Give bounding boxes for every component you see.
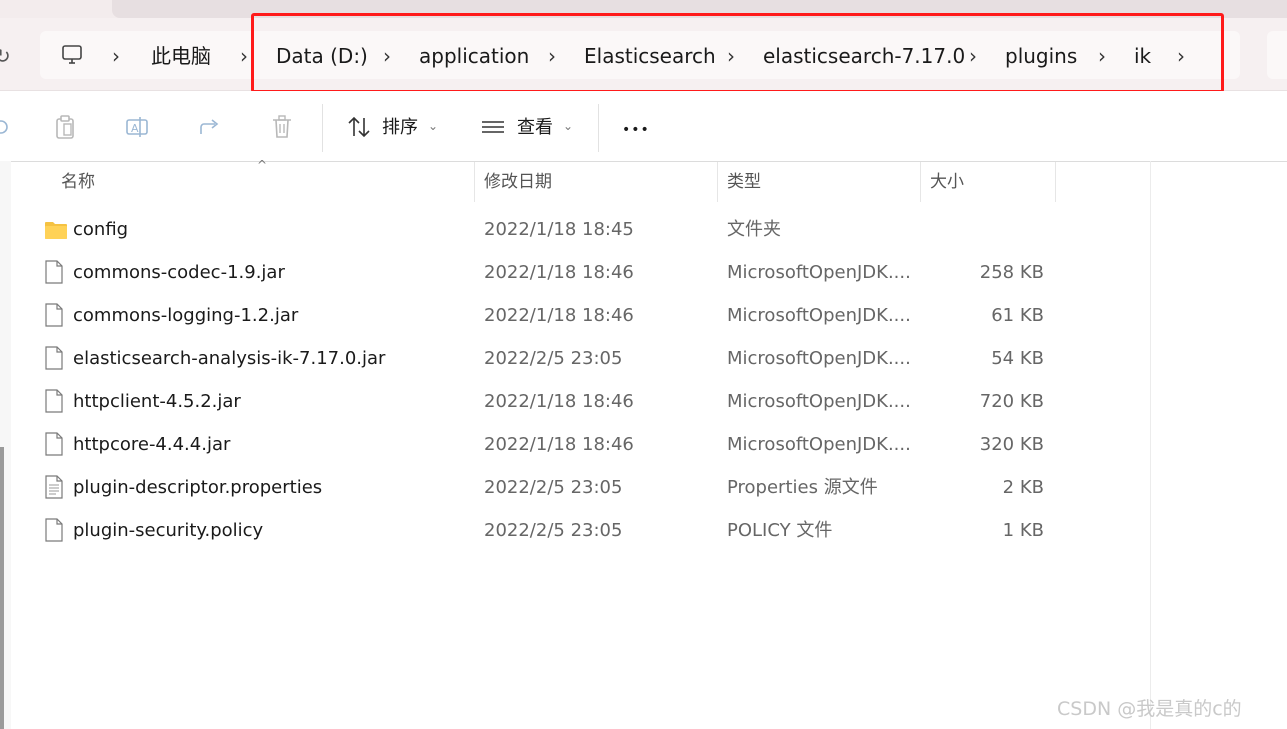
file-size: 61 KB bbox=[991, 305, 1044, 326]
file-name: elasticsearch-analysis-ik-7.17.0.jar bbox=[73, 348, 386, 369]
file-row[interactable]: commons-codec-1.9.jar 2022/1/18 18:46 Micr… bbox=[30, 252, 1140, 295]
file-size: 258 KB bbox=[979, 262, 1044, 283]
file-icon bbox=[44, 260, 64, 288]
view-icon[interactable] bbox=[480, 114, 506, 140]
rename-icon[interactable]: A bbox=[124, 114, 150, 140]
watermark: CSDN @我是真的c的 bbox=[1057, 698, 1242, 720]
file-name: plugin-security.policy bbox=[73, 520, 264, 541]
file-size: 1 KB bbox=[1002, 520, 1044, 541]
share-icon[interactable] bbox=[197, 114, 223, 140]
column-divider[interactable] bbox=[1055, 162, 1056, 202]
sort-icon[interactable] bbox=[346, 114, 372, 140]
file-modified: 2022/2/5 23:05 bbox=[484, 477, 623, 498]
file-size: 720 KB bbox=[979, 391, 1044, 412]
file-icon bbox=[44, 432, 64, 460]
paste-icon[interactable] bbox=[52, 114, 78, 140]
file-type: POLICY 文件 bbox=[727, 520, 833, 541]
file-modified: 2022/1/18 18:46 bbox=[484, 305, 634, 326]
file-row[interactable]: httpcore-4.4.4.jar 2022/1/18 18:46 Microso… bbox=[30, 424, 1140, 467]
computer-icon[interactable] bbox=[60, 43, 84, 67]
file-name: httpcore-4.4.4.jar bbox=[73, 434, 231, 455]
file-modified: 2022/2/5 23:05 bbox=[484, 348, 623, 369]
file-modified: 2022/1/18 18:46 bbox=[484, 262, 634, 283]
text-file-icon bbox=[44, 475, 64, 503]
scrollbar[interactable] bbox=[0, 447, 4, 729]
more-options-icon[interactable]: ••• bbox=[622, 118, 650, 142]
sort-button[interactable]: 排序 bbox=[382, 116, 418, 140]
file-size: 320 KB bbox=[979, 434, 1044, 455]
chevron-right-icon[interactable]: › bbox=[240, 44, 248, 68]
file-modified: 2022/1/18 18:45 bbox=[484, 219, 634, 240]
file-row[interactable]: config 2022/1/18 18:45 文件夹 bbox=[30, 209, 1140, 252]
file-icon bbox=[44, 303, 64, 331]
file-size: 2 KB bbox=[1002, 477, 1044, 498]
sort-ascending-icon: ^ bbox=[257, 158, 268, 172]
chevron-down-icon[interactable]: ⌄ bbox=[563, 119, 573, 133]
highlight-annotation bbox=[251, 13, 1224, 93]
file-name: config bbox=[73, 219, 129, 240]
file-type: MicrosoftOpenJDK.... bbox=[727, 434, 911, 455]
file-icon bbox=[44, 346, 64, 374]
chevron-down-icon[interactable]: ⌄ bbox=[428, 119, 438, 133]
view-button[interactable]: 查看 bbox=[517, 116, 553, 140]
file-row[interactable]: commons-logging-1.2.jar 2022/1/18 18:46 Mi… bbox=[30, 295, 1140, 338]
folder-icon bbox=[44, 220, 68, 244]
file-icon bbox=[44, 518, 64, 546]
file-modified: 2022/1/18 18:46 bbox=[484, 434, 634, 455]
file-type: MicrosoftOpenJDK.... bbox=[727, 262, 911, 283]
file-size: 54 KB bbox=[991, 348, 1044, 369]
file-type: 文件夹 bbox=[727, 219, 781, 240]
file-name: commons-codec-1.9.jar bbox=[73, 262, 285, 283]
delete-icon[interactable] bbox=[269, 114, 295, 140]
column-header-type[interactable]: 类型 bbox=[727, 170, 761, 194]
file-row[interactable]: plugin-security.policy 2022/2/5 23:05 POLI… bbox=[30, 510, 1140, 553]
details-pane-divider bbox=[1150, 161, 1151, 729]
breadcrumb-item-this-pc[interactable]: 此电脑 bbox=[151, 44, 211, 68]
column-header-size[interactable]: 大小 bbox=[930, 170, 964, 194]
file-modified: 2022/2/5 23:05 bbox=[484, 520, 623, 541]
search-box[interactable] bbox=[1267, 31, 1287, 79]
file-type: MicrosoftOpenJDK.... bbox=[727, 348, 911, 369]
file-name: httpclient-4.5.2.jar bbox=[73, 391, 241, 412]
column-divider[interactable] bbox=[474, 162, 475, 202]
file-type: MicrosoftOpenJDK.... bbox=[727, 391, 911, 412]
file-row[interactable]: elasticsearch-analysis-ik-7.17.0.jar 2022… bbox=[30, 338, 1140, 381]
file-row[interactable]: plugin-descriptor.properties 2022/2/5 23:… bbox=[30, 467, 1140, 510]
toolbar-divider bbox=[322, 104, 323, 152]
file-name: plugin-descriptor.properties bbox=[73, 477, 323, 498]
cut-icon[interactable] bbox=[0, 114, 14, 140]
column-header-name[interactable]: 名称 bbox=[61, 170, 95, 194]
file-row[interactable]: httpclient-4.5.2.jar 2022/1/18 18:46 Micro… bbox=[30, 381, 1140, 424]
file-icon bbox=[44, 389, 64, 417]
refresh-icon[interactable]: ↻ bbox=[0, 44, 11, 68]
chevron-right-icon[interactable]: › bbox=[112, 44, 120, 68]
column-header-modified[interactable]: 修改日期 bbox=[484, 170, 552, 194]
file-type: MicrosoftOpenJDK.... bbox=[727, 305, 911, 326]
toolbar-divider bbox=[598, 104, 599, 152]
svg-text:A: A bbox=[131, 122, 139, 135]
column-divider[interactable] bbox=[920, 162, 921, 202]
file-type: Properties 源文件 bbox=[727, 477, 878, 498]
file-modified: 2022/1/18 18:46 bbox=[484, 391, 634, 412]
file-name: commons-logging-1.2.jar bbox=[73, 305, 299, 326]
column-divider[interactable] bbox=[717, 162, 718, 202]
